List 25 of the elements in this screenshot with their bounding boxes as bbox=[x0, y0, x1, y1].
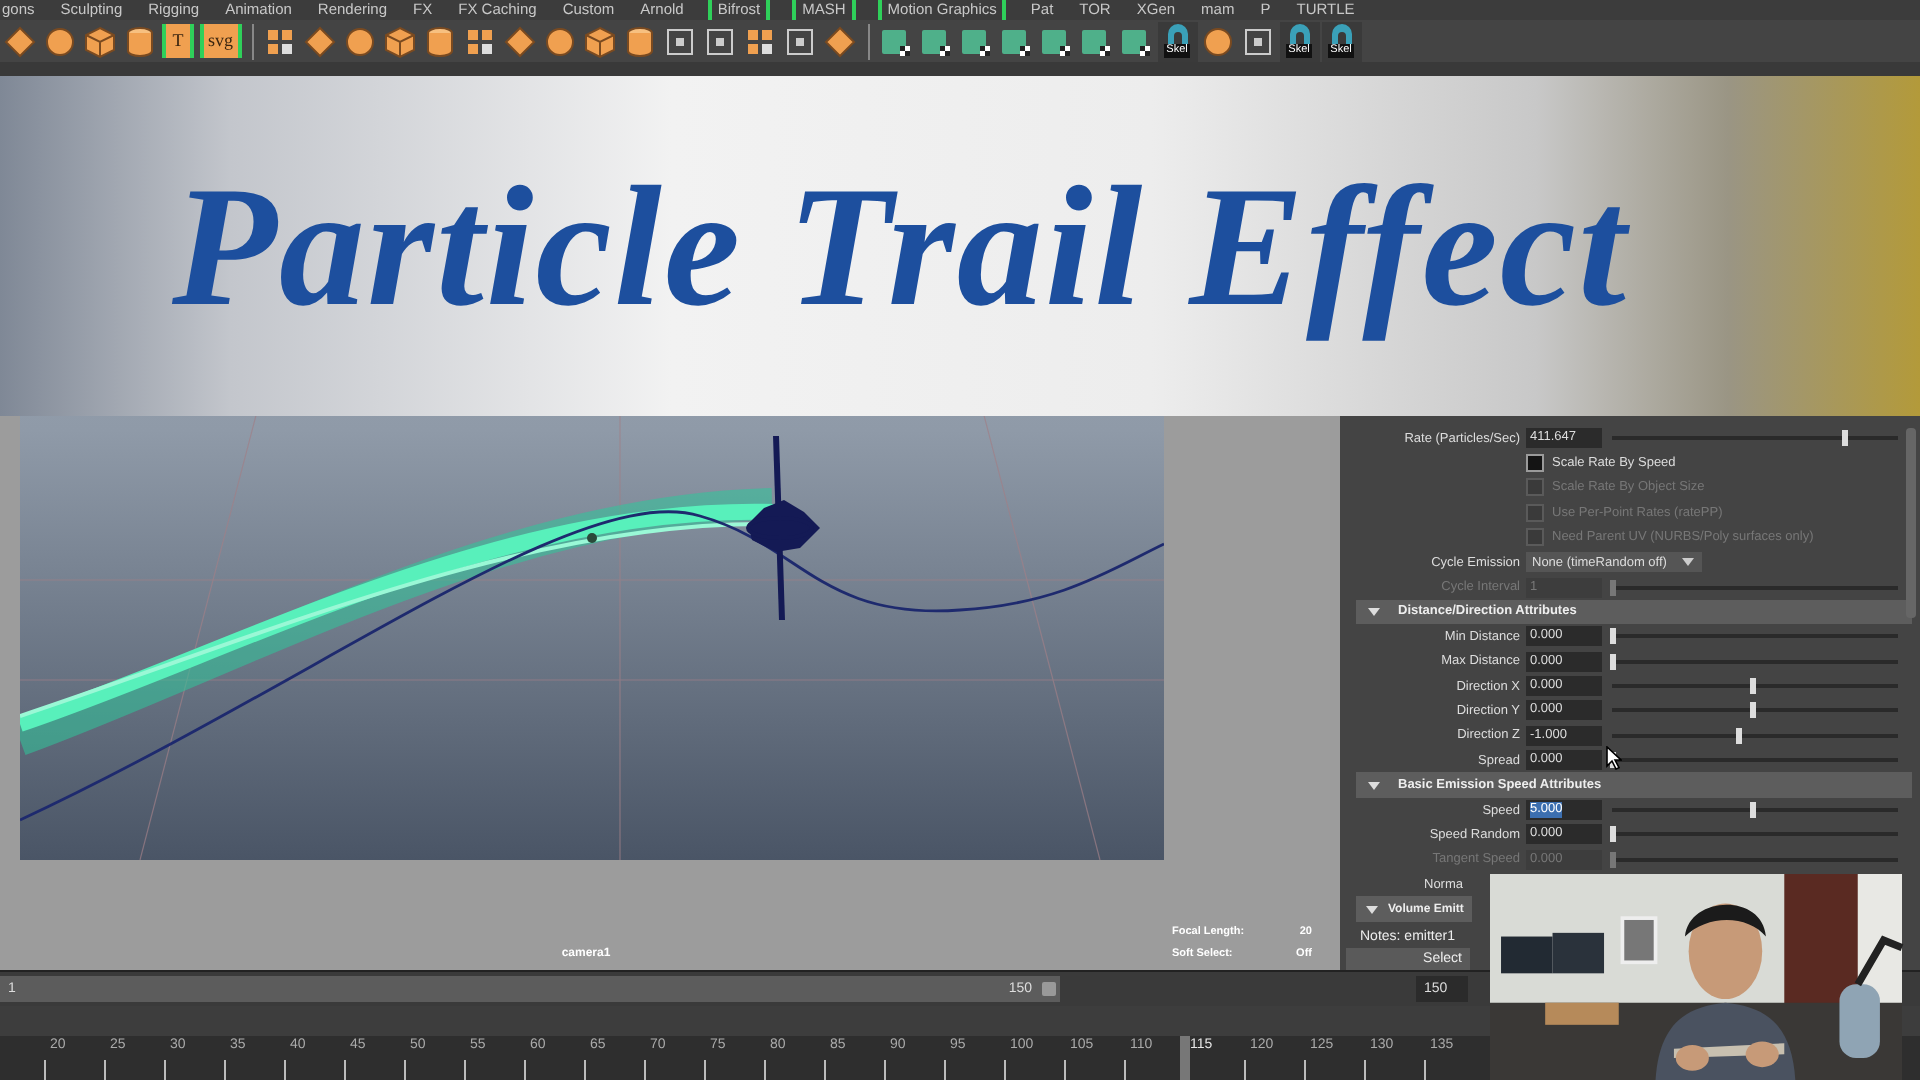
arch-icon bbox=[1285, 21, 1314, 43]
current-frame-marker[interactable] bbox=[1180, 1036, 1190, 1080]
circle-icon bbox=[1200, 23, 1237, 59]
mouse-cursor-icon bbox=[1606, 746, 1622, 770]
cube-icon bbox=[582, 23, 619, 59]
cylinder-icon bbox=[422, 23, 459, 59]
checkbox[interactable] bbox=[1526, 454, 1544, 473]
caret-icon bbox=[1680, 556, 1696, 569]
circle-icon bbox=[342, 23, 379, 59]
cylinder-icon bbox=[622, 23, 659, 59]
scrollbar[interactable] bbox=[1906, 428, 1916, 618]
square-outline-icon bbox=[702, 23, 739, 59]
square-outline-icon bbox=[782, 23, 819, 59]
square-outline-icon bbox=[662, 23, 699, 59]
square-outline-icon bbox=[1240, 23, 1277, 59]
cube-icon bbox=[81, 23, 117, 59]
banner-title: Particle Trail Effect bbox=[172, 148, 1628, 346]
arch-icon bbox=[1163, 21, 1192, 43]
cylinder-icon bbox=[121, 23, 157, 59]
cube-icon bbox=[382, 23, 419, 59]
text-tool-button[interactable]: svg bbox=[200, 24, 242, 58]
circle-icon bbox=[542, 23, 579, 59]
arch-icon bbox=[1327, 21, 1356, 43]
text-tool-button[interactable]: T bbox=[162, 24, 194, 58]
circle-icon bbox=[41, 23, 77, 59]
